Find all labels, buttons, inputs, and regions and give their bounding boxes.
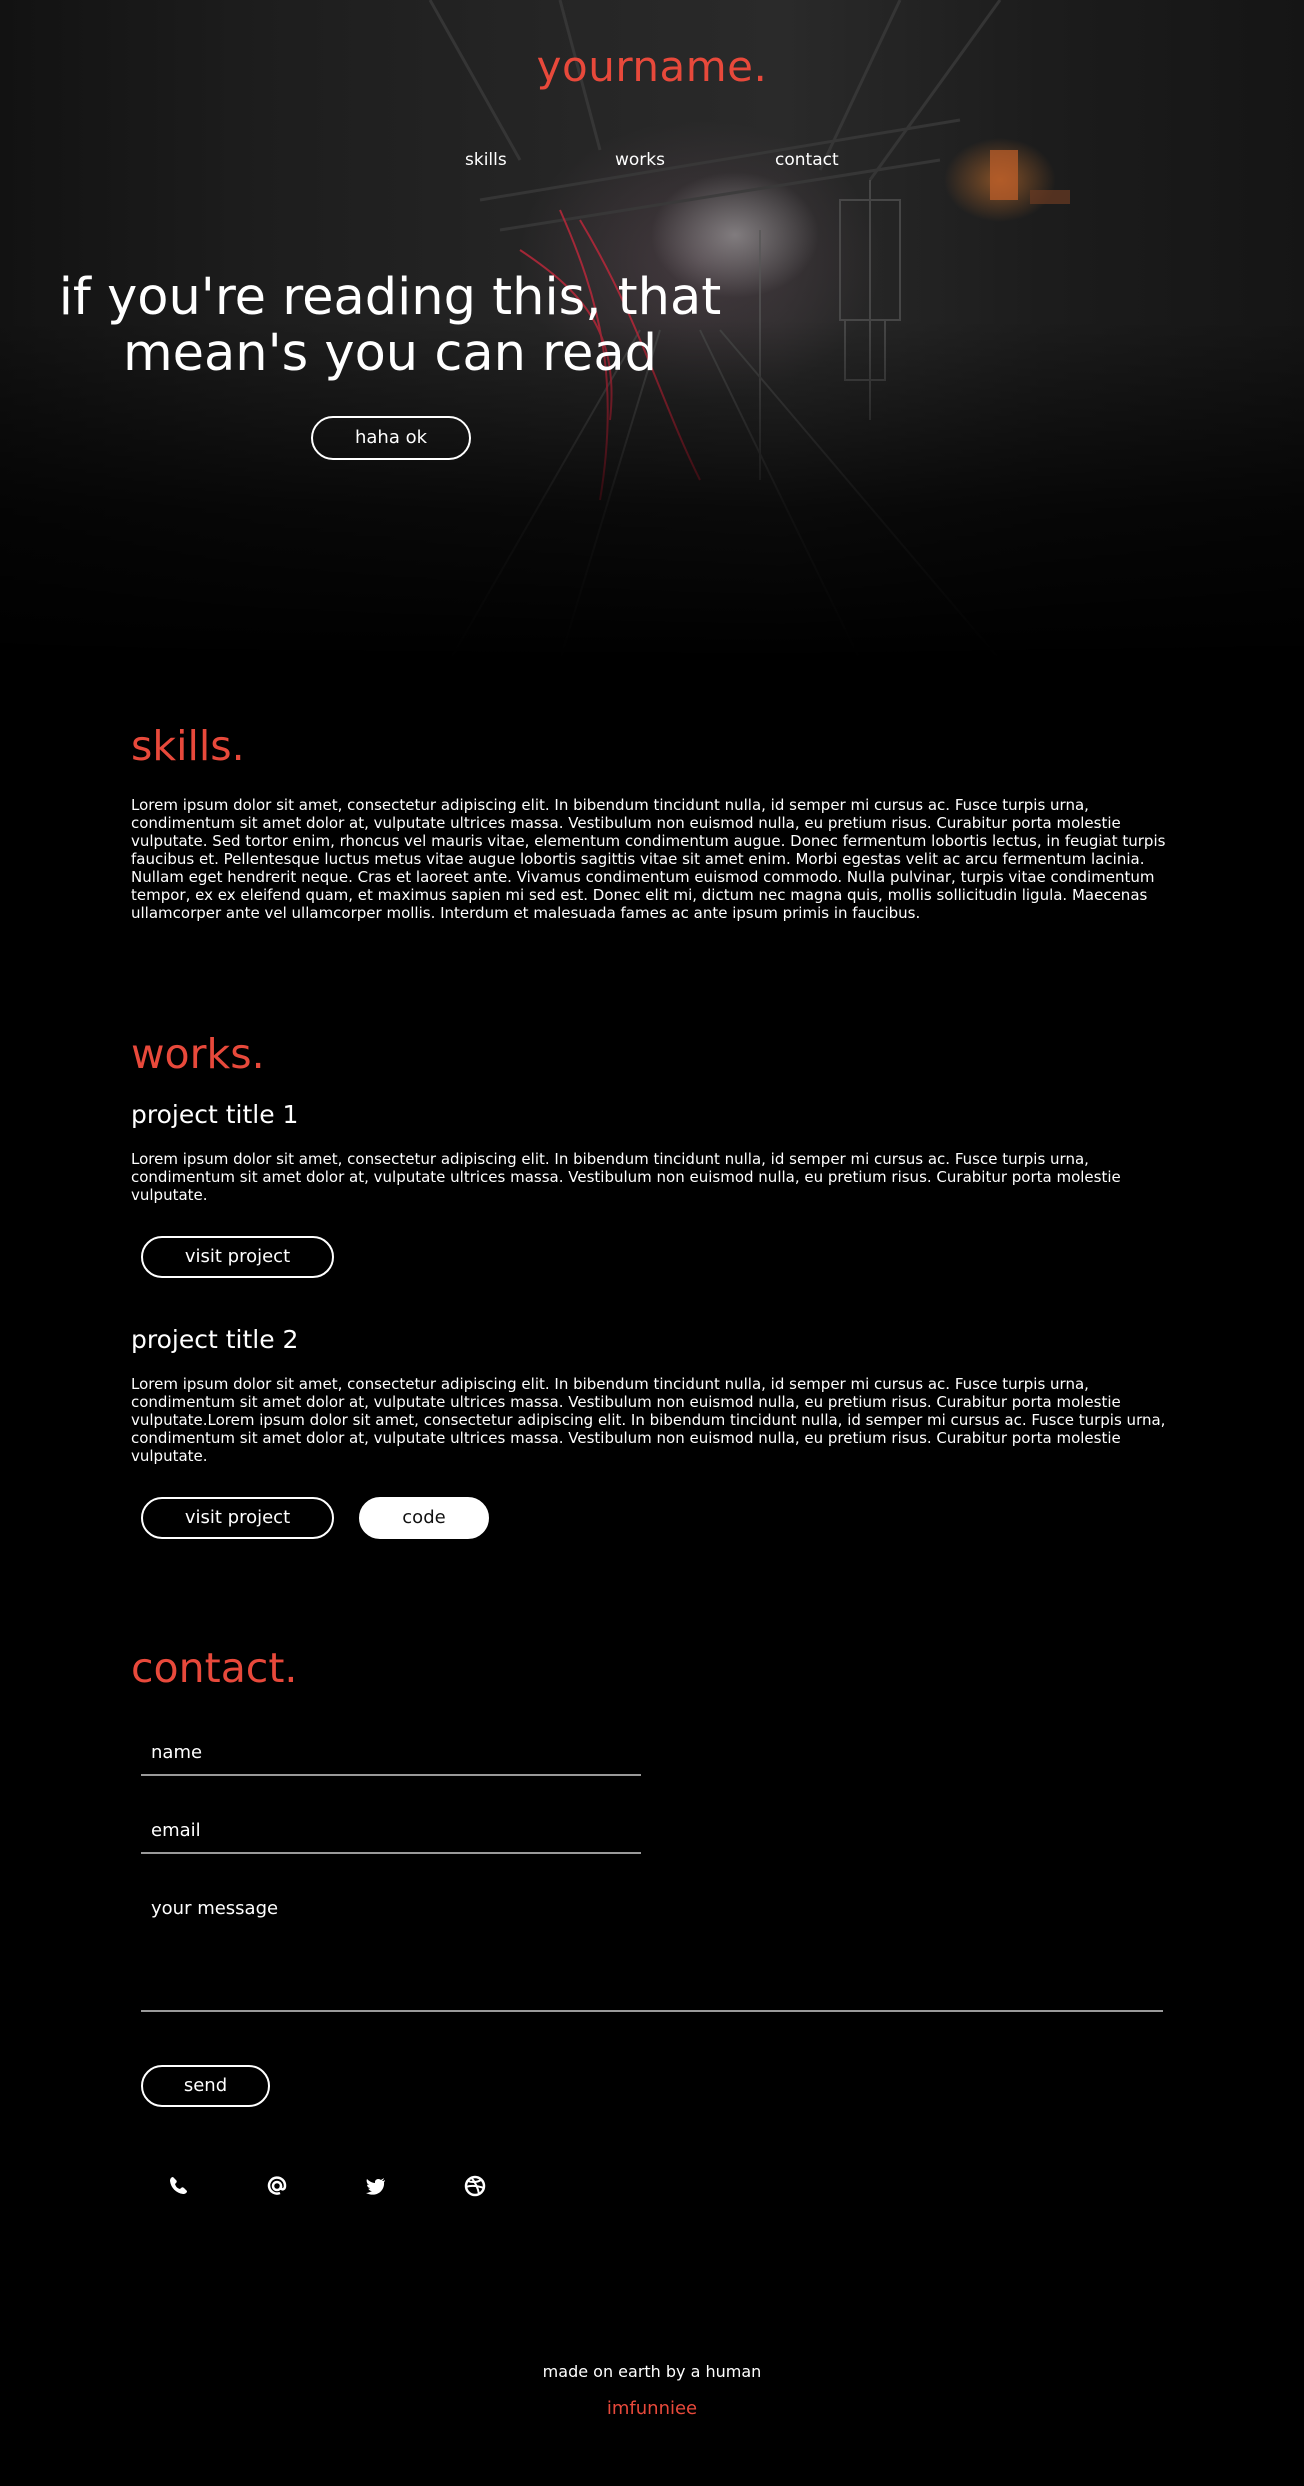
name-field[interactable]: name [141,1742,641,1776]
works-title: works. [131,1030,265,1078]
nav-item-works[interactable]: works [615,150,665,170]
hero-title-line-2: mean's you can read [122,324,658,383]
hero-title: if you're reading this, that mean's you … [30,270,750,382]
twitter-icon[interactable] [362,2172,390,2200]
nav-item-contact[interactable]: contact [775,150,839,170]
site-logo[interactable]: yourname. [0,42,1304,91]
dribbble-icon[interactable] [461,2172,489,2200]
contact-title: contact. [131,1644,298,1692]
project-title-2: project title 2 [131,1325,299,1354]
project-title-1: project title 1 [131,1100,299,1129]
at-icon[interactable] [263,2172,291,2200]
email-field[interactable]: email [141,1820,641,1854]
skills-body: Lorem ipsum dolor sit amet, consectetur … [131,796,1166,922]
phone-icon[interactable] [164,2172,192,2200]
hero-cta-button[interactable]: haha ok [311,416,471,460]
footer-tagline: made on earth by a human [542,2362,762,2381]
hero-title-line-1: if you're reading this, that [58,268,722,327]
message-placeholder: your message [151,1898,279,1919]
code-button[interactable]: code [359,1497,489,1539]
email-placeholder: email [151,1820,201,1841]
send-button[interactable]: send [141,2065,270,2107]
visit-project-button-2[interactable]: visit project [141,1497,334,1539]
name-placeholder: name [151,1742,203,1763]
footer-author-link[interactable]: imfunniee [0,2398,1304,2419]
message-field[interactable]: your message [141,1898,1163,2012]
skills-title: skills. [131,722,245,770]
visit-project-button-1[interactable]: visit project [141,1236,334,1278]
project-description-1: Lorem ipsum dolor sit amet, consectetur … [131,1150,1121,1204]
nav-item-skills[interactable]: skills [465,150,507,170]
project-description-2: Lorem ipsum dolor sit amet, consectetur … [131,1375,1166,1465]
